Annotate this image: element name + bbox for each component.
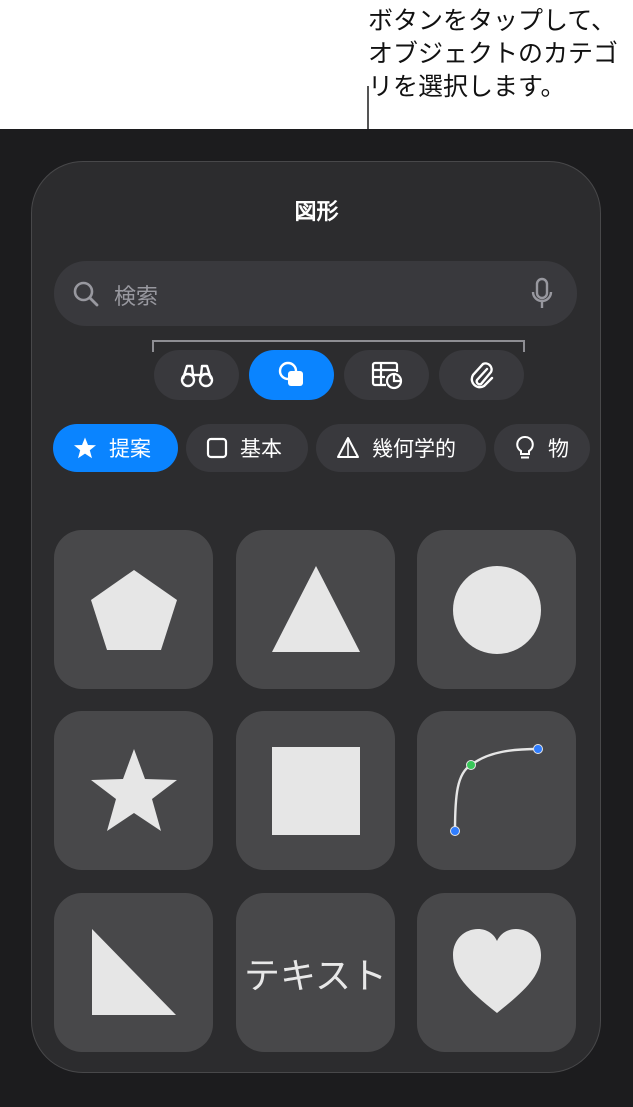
chip-label: 提案 xyxy=(109,437,151,461)
star-icon xyxy=(74,437,96,459)
shape-tile-circle[interactable] xyxy=(417,530,576,689)
pentagon-shape xyxy=(90,569,177,650)
chip-objects[interactable]: 物 xyxy=(494,424,590,472)
text-shape-label: テキスト xyxy=(244,955,387,997)
shape-tile-text[interactable]: テキスト xyxy=(236,893,395,1052)
table-chart-icon xyxy=(371,361,402,390)
square-shape xyxy=(271,746,360,835)
category-button-find[interactable] xyxy=(154,350,239,400)
chip-basic[interactable]: 基本 xyxy=(186,424,308,472)
pyramid-icon xyxy=(337,437,359,458)
heart-shape xyxy=(452,928,541,1013)
paperclip-icon xyxy=(470,362,493,389)
category-button-tables-charts[interactable] xyxy=(344,350,429,400)
right-triangle-shape xyxy=(91,928,176,1015)
search-input[interactable]: 検索 xyxy=(114,279,158,311)
square-icon xyxy=(206,437,228,459)
microphone-icon[interactable] xyxy=(531,277,553,311)
category-button-media[interactable] xyxy=(439,350,524,400)
shape-tile-square[interactable] xyxy=(236,711,395,870)
chip-label: 基本 xyxy=(240,437,282,461)
triangle-shape xyxy=(271,565,360,652)
chip-geometry[interactable]: 幾何学的 xyxy=(316,424,486,472)
lightbulb-icon xyxy=(516,435,534,459)
panel-title: 図形 xyxy=(294,200,339,225)
shape-tile-right-triangle[interactable] xyxy=(54,893,213,1052)
shapes-icon xyxy=(278,361,303,386)
chip-suggested[interactable]: 提案 xyxy=(53,424,178,472)
search-field[interactable]: 検索 xyxy=(54,261,577,326)
shape-tile-star[interactable] xyxy=(54,711,213,870)
search-icon xyxy=(73,281,99,307)
callout-text: ボタンをタップして、 オブジェクトのカテゴ リを選択します。 xyxy=(368,6,619,101)
circle-shape xyxy=(452,565,541,654)
binoculars-icon xyxy=(180,364,213,388)
shape-tile-triangle[interactable] xyxy=(236,530,395,689)
chip-label: 物 xyxy=(548,437,569,461)
shape-tile-pentagon[interactable] xyxy=(54,530,213,689)
chip-label: 幾何学的 xyxy=(372,437,456,461)
shape-tile-curve[interactable] xyxy=(417,711,576,870)
curve-shape xyxy=(450,744,543,836)
category-button-shapes[interactable] xyxy=(249,350,334,400)
star-shape xyxy=(90,748,177,831)
shape-tile-heart[interactable] xyxy=(417,893,576,1052)
